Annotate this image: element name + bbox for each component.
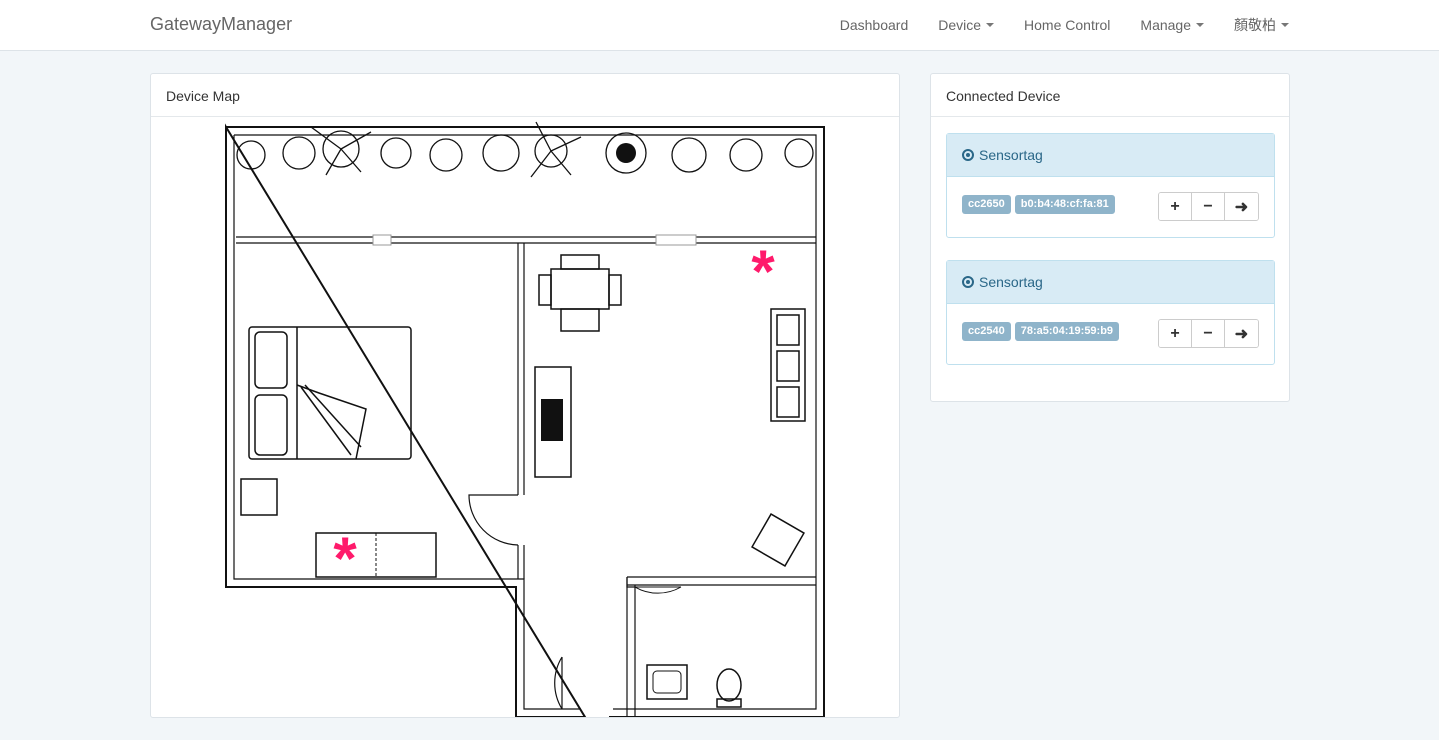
device-labels: cc2650 b0:b4:48:cf:fa:81 xyxy=(962,195,1119,214)
connected-device-panel: Connected Device Sensortag cc2650 b0:b4:… xyxy=(930,73,1290,402)
device-marker-2[interactable]: * xyxy=(333,525,357,592)
nav-menu: Dashboard Device Home Control Manage 顏敬柏 xyxy=(810,0,1289,50)
device-card: Sensortag cc2650 b0:b4:48:cf:fa:81 + − ➜ xyxy=(946,133,1275,238)
device-map-body: * * xyxy=(151,117,899,717)
top-navbar: GatewayManager Dashboard Device Home Con… xyxy=(0,0,1439,51)
caret-down-icon xyxy=(986,23,995,27)
nav-dashboard[interactable]: Dashboard xyxy=(840,17,909,33)
plus-icon: + xyxy=(1170,197,1180,215)
mac-badge: 78:a5:04:19:59:b9 xyxy=(1014,322,1120,341)
device-actions: + − ➜ xyxy=(1158,192,1259,221)
add-button[interactable]: + xyxy=(1159,193,1192,220)
chip-badge: cc2540 xyxy=(962,322,1011,341)
radio-icon xyxy=(962,149,974,161)
arrow-right-icon: ➜ xyxy=(1234,325,1249,343)
nav-device-dropdown[interactable]: Device xyxy=(938,17,995,33)
caret-down-icon xyxy=(1196,23,1204,27)
chip-badge: cc2650 xyxy=(962,195,1011,214)
floor-plan: * * xyxy=(225,121,825,717)
nav-manage-dropdown[interactable]: Manage xyxy=(1140,17,1204,33)
arrow-right-icon: ➜ xyxy=(1234,198,1249,216)
nav-user-dropdown[interactable]: 顏敬柏 xyxy=(1234,15,1289,35)
go-button[interactable]: ➜ xyxy=(1225,193,1258,220)
device-name: Sensortag xyxy=(979,274,1043,290)
nav-home-control[interactable]: Home Control xyxy=(1024,17,1110,33)
nav-user-label: 顏敬柏 xyxy=(1234,17,1276,33)
remove-button[interactable]: − xyxy=(1192,193,1225,220)
minus-icon: − xyxy=(1203,197,1213,215)
mac-badge: b0:b4:48:cf:fa:81 xyxy=(1014,195,1115,214)
nav-home-control-label: Home Control xyxy=(1024,17,1111,33)
device-map-panel: Device Map * * xyxy=(150,73,900,718)
device-card-header[interactable]: Sensortag xyxy=(947,261,1274,304)
device-name: Sensortag xyxy=(979,147,1043,163)
nav-dashboard-label: Dashboard xyxy=(839,17,909,33)
device-card: Sensortag cc2540 78:a5:04:19:59:b9 + − ➜ xyxy=(946,260,1275,365)
plus-icon: + xyxy=(1170,324,1180,342)
add-button[interactable]: + xyxy=(1159,320,1192,347)
nav-device-label: Device xyxy=(938,17,982,33)
caret-down-icon xyxy=(1281,23,1289,27)
go-button[interactable]: ➜ xyxy=(1225,320,1258,347)
connected-device-heading: Connected Device xyxy=(931,74,1289,117)
remove-button[interactable]: − xyxy=(1192,320,1225,347)
device-marker-1[interactable]: * xyxy=(751,238,775,305)
device-card-header[interactable]: Sensortag xyxy=(947,134,1274,177)
device-actions: + − ➜ xyxy=(1158,319,1259,348)
brand-logo[interactable]: GatewayManager xyxy=(150,14,292,35)
nav-manage-label: Manage xyxy=(1140,17,1191,33)
radio-icon xyxy=(962,276,974,288)
minus-icon: − xyxy=(1203,324,1213,342)
device-labels: cc2540 78:a5:04:19:59:b9 xyxy=(962,322,1123,341)
device-map-heading: Device Map xyxy=(151,74,899,117)
